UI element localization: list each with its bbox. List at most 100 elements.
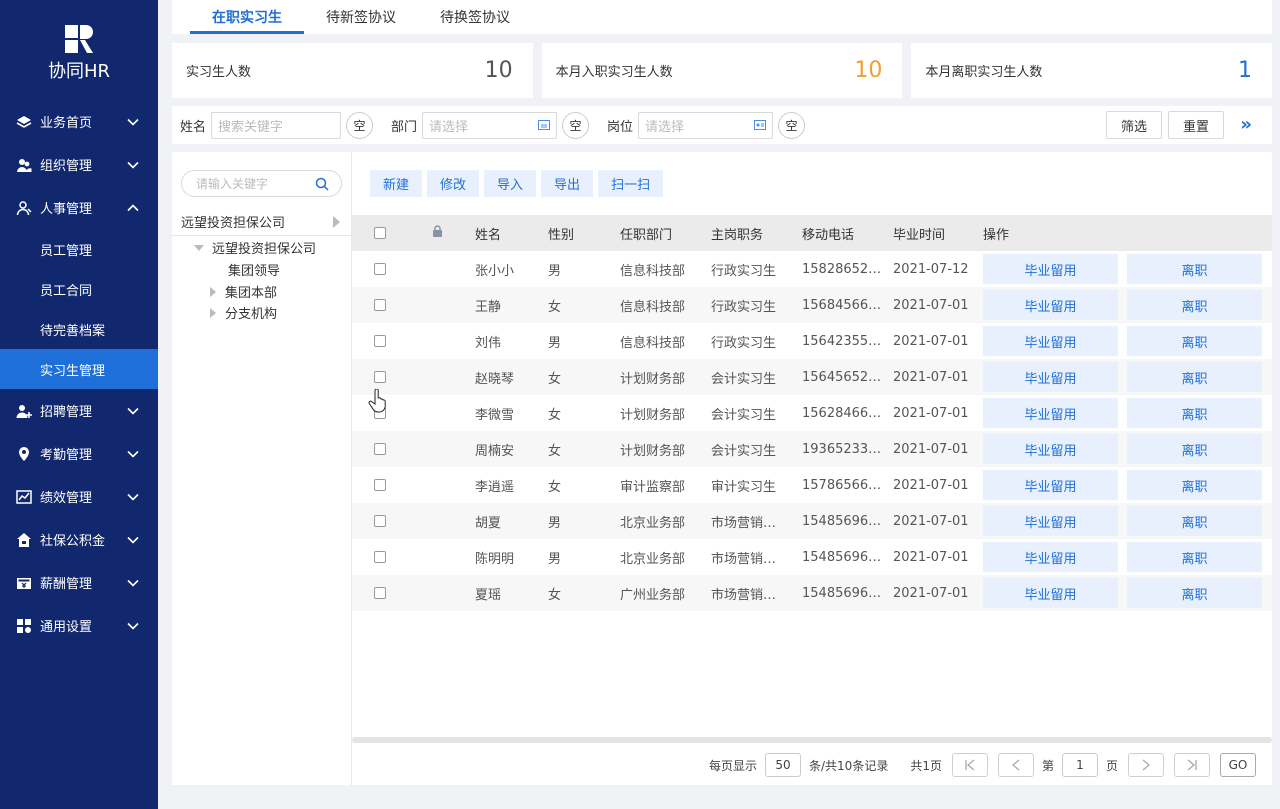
retain-button[interactable]: 毕业留用 [983, 326, 1118, 356]
header-sex[interactable]: 性别 [547, 224, 620, 243]
caret-right-icon[interactable] [210, 286, 216, 297]
chevron-down-icon[interactable] [126, 533, 140, 547]
name-search-input[interactable]: 搜索关键字 [211, 111, 342, 139]
tree-node-hq[interactable]: 集团本部 [210, 282, 277, 301]
tab-2[interactable]: 待换签协议 [418, 0, 532, 34]
chevron-up-icon[interactable] [126, 201, 140, 215]
sidebar-item-0[interactable]: 业务首页 [0, 100, 158, 143]
chevron-down-icon[interactable] [126, 115, 140, 129]
retain-button[interactable]: 毕业留用 [983, 542, 1118, 572]
row-checkbox[interactable] [374, 551, 386, 563]
search-icon[interactable] [315, 177, 329, 191]
row-checkbox[interactable] [374, 443, 386, 455]
leave-button[interactable]: 离职 [1127, 398, 1262, 428]
chevron-down-icon[interactable] [126, 404, 140, 418]
app-logo[interactable]: 协同HR [0, 0, 158, 100]
sidebar-item-6[interactable]: 社保公积金 [0, 518, 158, 561]
horizontal-scrollbar[interactable] [352, 737, 1272, 743]
last-page-icon[interactable] [1174, 753, 1210, 777]
row-checkbox[interactable] [374, 587, 386, 599]
export-button[interactable]: 导出 [541, 170, 594, 197]
first-page-icon[interactable] [951, 753, 988, 777]
retain-button[interactable]: 毕业留用 [983, 434, 1118, 464]
row-checkbox[interactable] [374, 479, 386, 491]
tab-0[interactable]: 在职实习生 [172, 0, 304, 34]
per-page-input[interactable]: 50 [765, 753, 801, 777]
chevron-down-icon[interactable] [126, 576, 140, 590]
retain-button[interactable]: 毕业留用 [983, 290, 1118, 320]
tab-1[interactable]: 待新签协议 [304, 0, 418, 34]
row-checkbox[interactable] [374, 371, 386, 383]
caret-right-icon[interactable] [333, 216, 340, 228]
tree-node-leaders[interactable]: 集团领导 [228, 260, 280, 279]
leave-button[interactable]: 离职 [1127, 506, 1262, 536]
tree-search-input[interactable]: 请输入关键字 [181, 170, 342, 197]
sidebar-subitem-2[interactable]: 待完善档案 [0, 309, 158, 349]
sidebar-item-3[interactable]: 招聘管理 [0, 389, 158, 432]
header-dept[interactable]: 任职部门 [620, 224, 711, 243]
table-row[interactable]: 周楠安 女 计划财务部 会计实习生 19365233… 2021-07-01 毕业留用 离职 [352, 431, 1272, 467]
sidebar-item-4[interactable]: 考勤管理 [0, 432, 158, 475]
table-row[interactable]: 张小小 男 信息科技部 行政实习生 15828652… 2021-07-12 毕业留用 离职 [352, 251, 1272, 287]
chevron-down-icon[interactable] [126, 619, 140, 633]
retain-button[interactable]: 毕业留用 [983, 362, 1118, 392]
table-row[interactable]: 陈明明 男 北京业务部 市场营销… 15485696… 2021-07-01 毕业留用 离职 [352, 539, 1272, 575]
leave-button[interactable]: 离职 [1127, 578, 1262, 608]
leave-button[interactable]: 离职 [1127, 470, 1262, 500]
chevron-down-icon[interactable] [126, 447, 140, 461]
filter-button[interactable]: 筛选 [1106, 111, 1162, 139]
leave-button[interactable]: 离职 [1127, 254, 1262, 284]
header-position[interactable]: 主岗职务 [711, 224, 802, 243]
retain-button[interactable]: 毕业留用 [983, 398, 1118, 428]
position-clear-button[interactable]: 空 [778, 111, 806, 139]
dept-clear-button[interactable]: 空 [562, 111, 590, 139]
row-checkbox[interactable] [374, 335, 386, 347]
chevron-down-icon[interactable] [126, 490, 140, 504]
table-row[interactable]: 赵晓琴 女 计划财务部 会计实习生 15645652… 2021-07-01 毕业留用 离职 [352, 359, 1272, 395]
tree-node-company[interactable]: 远望投资担保公司 [194, 238, 316, 257]
retain-button[interactable]: 毕业留用 [983, 254, 1118, 284]
sidebar-subitem-1[interactable]: 员工合同 [0, 269, 158, 309]
table-row[interactable]: 王静 女 信息科技部 行政实习生 15684566… 2021-07-01 毕业留用 离职 [352, 287, 1272, 323]
import-button[interactable]: 导入 [484, 170, 537, 197]
sidebar-item-7[interactable]: 薪酬管理 [0, 561, 158, 604]
go-button[interactable]: GO [1220, 753, 1256, 777]
caret-right-icon[interactable] [210, 307, 216, 318]
sidebar-subitem-0[interactable]: 员工管理 [0, 229, 158, 269]
leave-button[interactable]: 离职 [1127, 326, 1262, 356]
leave-button[interactable]: 离职 [1127, 362, 1262, 392]
leave-button[interactable]: 离职 [1127, 434, 1262, 464]
table-row[interactable]: 胡夏 男 北京业务部 市场营销… 15485696… 2021-07-01 毕业留用 离职 [352, 503, 1272, 539]
sidebar-item-2[interactable]: 人事管理 [0, 186, 158, 229]
row-checkbox[interactable] [374, 515, 386, 527]
sidebar-item-5[interactable]: 绩效管理 [0, 475, 158, 518]
retain-button[interactable]: 毕业留用 [983, 506, 1118, 536]
dept-select[interactable]: 请选择 [422, 111, 558, 139]
table-row[interactable]: 李微雪 女 计划财务部 会计实习生 15628466… 2021-07-01 毕业留用 离职 [352, 395, 1272, 431]
new-button[interactable]: 新建 [370, 170, 423, 197]
page-input[interactable]: 1 [1061, 753, 1098, 777]
expand-icon[interactable]: » [1240, 114, 1252, 135]
retain-button[interactable]: 毕业留用 [983, 578, 1118, 608]
next-page-icon[interactable] [1128, 753, 1164, 777]
prev-page-icon[interactable] [997, 753, 1034, 777]
tree-node-branch[interactable]: 分支机构 [210, 303, 277, 322]
table-row[interactable]: 夏瑶 女 广州业务部 市场营销… 15485696… 2021-07-01 毕业留用 离职 [352, 575, 1272, 611]
leave-button[interactable]: 离职 [1127, 290, 1262, 320]
edit-button[interactable]: 修改 [427, 170, 480, 197]
header-grad[interactable]: 毕业时间 [893, 224, 983, 243]
table-row[interactable]: 刘伟 男 信息科技部 行政实习生 15642355… 2021-07-01 毕业留用 离职 [352, 323, 1272, 359]
row-checkbox[interactable] [374, 263, 386, 275]
header-name[interactable]: 姓名 [474, 224, 547, 243]
tree-root-company[interactable]: 远望投资担保公司 [172, 208, 352, 236]
name-clear-button[interactable]: 空 [346, 111, 374, 139]
table-row[interactable]: 李逍遥 女 审计监察部 审计实习生 15786566… 2021-07-01 毕业留用 离职 [352, 467, 1272, 503]
caret-down-icon[interactable] [194, 244, 204, 251]
position-select[interactable]: 请选择 [638, 111, 774, 139]
chevron-down-icon[interactable] [126, 158, 140, 172]
lock-icon[interactable] [432, 225, 443, 237]
retain-button[interactable]: 毕业留用 [983, 470, 1118, 500]
header-phone[interactable]: 移动电话 [802, 224, 893, 243]
sidebar-item-8[interactable]: 通用设置 [0, 604, 158, 647]
sidebar-item-1[interactable]: 组织管理 [0, 143, 158, 186]
